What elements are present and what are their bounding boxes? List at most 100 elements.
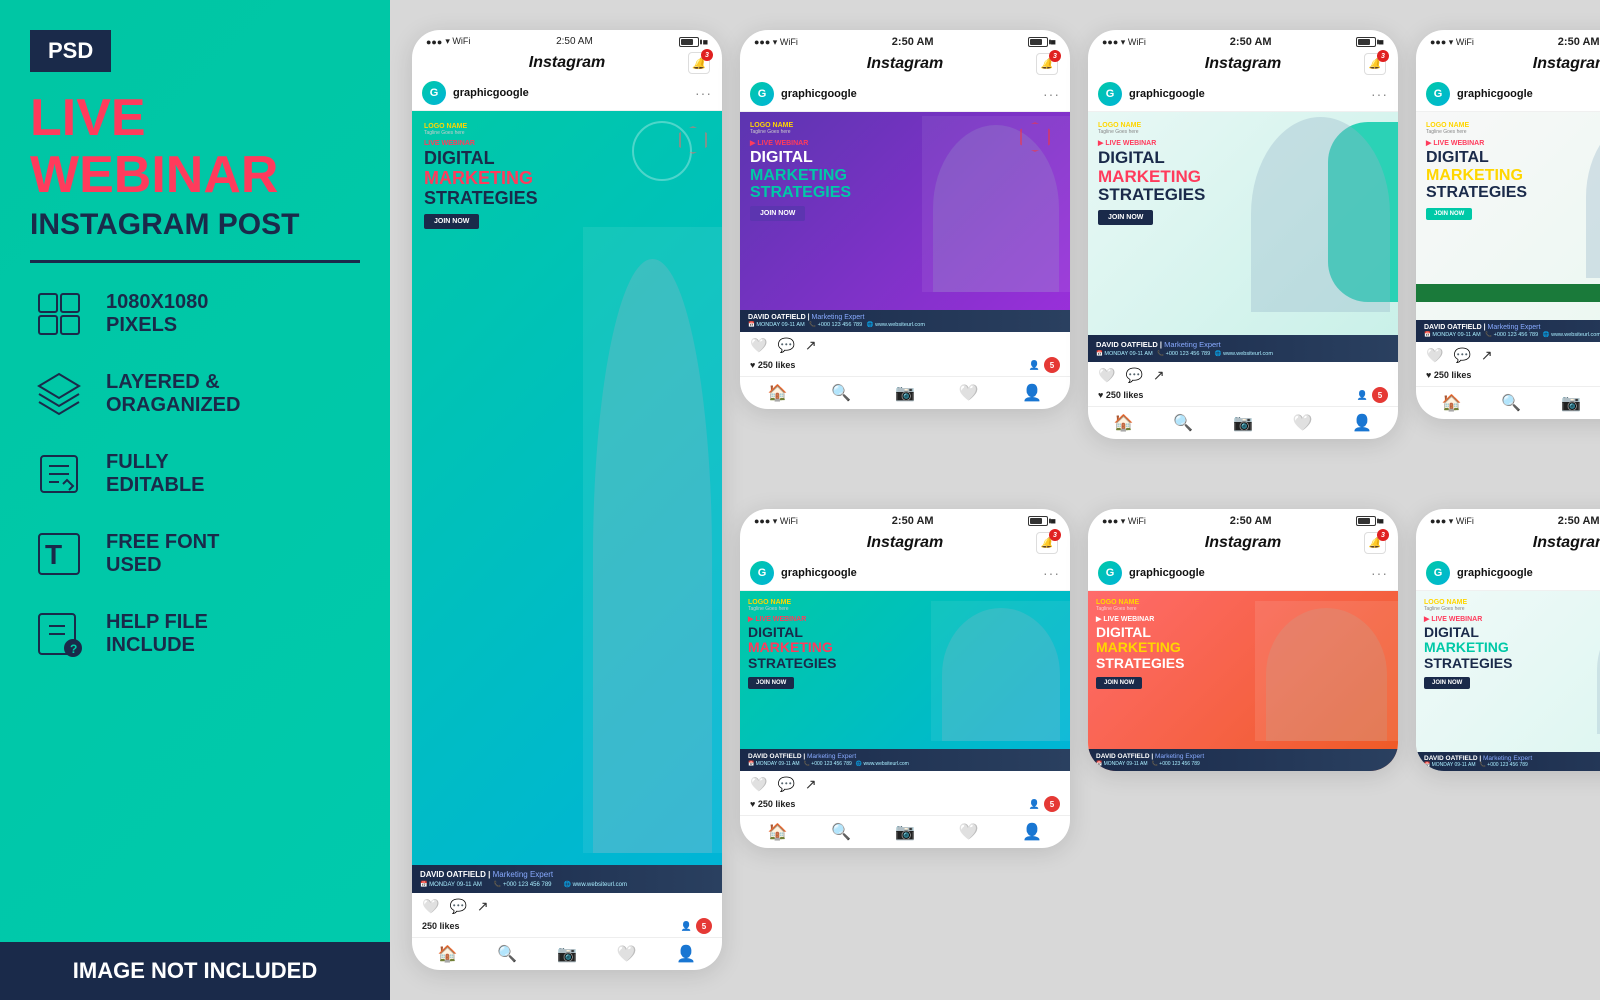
ig-dots-3: ···	[1043, 565, 1060, 581]
heart-icon-3[interactable]: 🤍	[750, 776, 767, 793]
notif-count-badge-1: 5	[696, 918, 712, 934]
card-join-4[interactable]: JOIN NOW	[1098, 210, 1153, 225]
card-live-6: ▶ LIVE WEBINAR	[1426, 139, 1600, 147]
status-bar-5: ●●● ▾ WiFi 2:50 AM ■	[1088, 509, 1398, 530]
ig-camera-2[interactable]: 📷	[895, 383, 915, 403]
status-bar-2: ●●● ▾ WiFi 2:50 AM ■	[740, 30, 1070, 51]
card-title-line2: MARKETING	[424, 168, 533, 188]
ig-home-4[interactable]: 🏠	[1114, 413, 1134, 433]
heart-icon-1[interactable]: 🤍	[422, 898, 439, 915]
ig-heart-2[interactable]: 🤍	[959, 383, 979, 403]
ig-username-3: graphicgoogle	[781, 567, 1036, 579]
ig-home-icon-1[interactable]: 🏠	[438, 944, 458, 964]
help-icon: ?	[30, 605, 88, 663]
left-panel: PSD LIVE WEBINAR INSTAGRAM POST 1080x108…	[0, 0, 390, 1000]
ig-app-name-3: Instagram	[867, 534, 943, 552]
feature-help-text: HELP FILEINCLUDE	[106, 611, 208, 657]
card-logo-2: LOGO NAME	[750, 122, 1060, 129]
ig-username-2: graphicgoogle	[781, 88, 1036, 100]
ig-app-name-4: Instagram	[1205, 55, 1281, 73]
ig-heart-4[interactable]: 🤍	[1293, 413, 1313, 433]
share-icon-4[interactable]: ↗	[1153, 367, 1165, 384]
ig-search-6[interactable]: 🔍	[1501, 393, 1521, 413]
ig-heart-3[interactable]: 🤍	[959, 822, 979, 842]
post-card-5: LOGO NAME Tagline Goes here ▶ LIVE WEBIN…	[1088, 591, 1398, 771]
ig-camera-3[interactable]: 📷	[895, 822, 915, 842]
share-icon-6[interactable]: ↗	[1481, 347, 1493, 364]
card-join-7[interactable]: JOIN NOW	[1424, 677, 1470, 689]
card-sub-7: Tagline Goes here	[1424, 606, 1600, 612]
ig-nav-2: 🏠 🔍 📷 🤍 👤	[740, 376, 1070, 409]
likes-row-3: ♥ 250 likes 👤5	[740, 796, 1070, 815]
post-card-4: LOGO NAME Tagline Goes here ▶ LIVE WEBIN…	[1088, 112, 1398, 362]
ig-notif-5[interactable]: 🔔 3	[1364, 532, 1386, 554]
ig-notif-4[interactable]: 🔔 3	[1364, 53, 1386, 75]
ig-profile-4[interactable]: 👤	[1352, 413, 1372, 433]
image-not-included-label: IMAGE NOT INCLUDED	[0, 942, 390, 1000]
speaker-details-3: 📅 MONDAY 09-11 AM 📞 +000 123 456 789 🌐 w…	[748, 761, 1062, 767]
share-icon-1[interactable]: ↗	[477, 898, 489, 915]
speaker-name-4: DAVID OATFIELD | Marketing Expert	[1096, 340, 1390, 349]
feature-font-text: FREE FONTUSED	[106, 531, 219, 577]
ig-notif-icon-1[interactable]: 🔔 3	[688, 52, 710, 74]
person-notif-icon-1: 👤	[681, 921, 692, 932]
card-logo-4: LOGO NAME	[1098, 122, 1388, 129]
ig-camera-4[interactable]: 📷	[1233, 413, 1253, 433]
speaker-strip-6: DAVID OATFIELD | Marketing Expert 📅 MOND…	[1416, 320, 1600, 342]
ig-home-2[interactable]: 🏠	[768, 383, 788, 403]
comment-icon-4[interactable]: 💬	[1125, 367, 1142, 384]
card-live-3: ▶ LIVE WEBINAR	[748, 615, 1062, 623]
card-join-3[interactable]: JOIN NOW	[748, 677, 794, 689]
heart-icon-2[interactable]: 🤍	[750, 337, 767, 354]
card-join-6[interactable]: JOIN NOW	[1426, 208, 1472, 220]
share-icon-2[interactable]: ↗	[805, 337, 817, 354]
ig-profile-2[interactable]: 👤	[1022, 383, 1042, 403]
ig-header-7: Instagram 🔔 3	[1416, 530, 1600, 556]
heart-icon-6[interactable]: 🤍	[1426, 347, 1443, 364]
notif-badge-1: 3	[701, 49, 713, 61]
status-bar-7: ●●● ▾ WiFi 2:50 AM ■	[1416, 509, 1600, 530]
heart-icon-4[interactable]: 🤍	[1098, 367, 1115, 384]
ig-home-6[interactable]: 🏠	[1442, 393, 1462, 413]
card-join-5[interactable]: JOIN NOW	[1096, 677, 1142, 689]
comment-icon-2[interactable]: 💬	[777, 337, 794, 354]
ig-camera-icon-1[interactable]: 📷	[557, 944, 577, 964]
ig-search-icon-1[interactable]: 🔍	[497, 944, 517, 964]
post-card-7: LOGO NAME Tagline Goes here ▶ LIVE WEBIN…	[1416, 591, 1600, 771]
feature-pixels: 1080x1080PIXELS	[30, 285, 360, 343]
ig-notif-2[interactable]: 🔔 3	[1036, 53, 1058, 75]
ig-search-4[interactable]: 🔍	[1173, 413, 1193, 433]
comment-icon-1[interactable]: 💬	[449, 898, 466, 915]
card-join-btn-1[interactable]: JOIN NOW	[424, 214, 479, 229]
notif-badge-row-2: 5	[1044, 357, 1060, 373]
card-live-5: ▶ LIVE WEBINAR	[1096, 615, 1390, 623]
feature-layered: LAYERED &ORAGANIZED	[30, 365, 360, 423]
post-card-3: LOGO NAME Tagline Goes here ▶ LIVE WEBIN…	[740, 591, 1070, 771]
phone-mockup-3: ●●● ▾ WiFi 2:50 AM ■ Instagram 🔔 3 G gra…	[740, 509, 1070, 848]
ig-profile-3[interactable]: 👤	[1022, 822, 1042, 842]
likes-row-4: ♥ 250 likes 👤5	[1088, 387, 1398, 406]
likes-count-2: ♥ 250 likes	[750, 360, 795, 370]
phone-mockup-1: ●●● ▾ WiFi 2:50 AM ■ Instagram 🔔 3 G gra…	[412, 30, 722, 970]
ig-camera-6[interactable]: 📷	[1561, 393, 1581, 413]
card-sub-2: Tagline Goes here	[750, 129, 1060, 135]
comment-icon-6[interactable]: 💬	[1453, 347, 1470, 364]
card-sub-4: Tagline Goes here	[1098, 129, 1388, 135]
ig-username-4: graphicgoogle	[1129, 88, 1364, 100]
share-icon-3[interactable]: ↗	[805, 776, 817, 793]
ig-notif-3[interactable]: 🔔 3	[1036, 532, 1058, 554]
comment-icon-3[interactable]: 💬	[777, 776, 794, 793]
notif-badge-5: 3	[1377, 529, 1389, 541]
ig-home-3[interactable]: 🏠	[768, 822, 788, 842]
ig-heart-icon-1[interactable]: 🤍	[617, 944, 637, 964]
ig-profile-icon-1[interactable]: 👤	[676, 944, 696, 964]
post-actions-4: 🤍 💬 ↗	[1088, 362, 1398, 387]
speaker-strip-3: DAVID OATFIELD | Marketing Expert 📅 MOND…	[740, 749, 1070, 771]
ig-profile-bar-7: G graphicgoogle ···	[1416, 556, 1600, 591]
card-join-2[interactable]: JOIN NOW	[750, 206, 805, 221]
ig-search-3[interactable]: 🔍	[831, 822, 851, 842]
ig-header-2: Instagram 🔔 3	[740, 51, 1070, 77]
ig-search-2[interactable]: 🔍	[831, 383, 851, 403]
speaker-strip-4: DAVID OATFIELD | Marketing Expert 📅 MOND…	[1088, 335, 1398, 362]
speaker-details-6: 📅 MONDAY 09-11 AM 📞 +000 123 456 789 🌐 w…	[1424, 332, 1600, 338]
